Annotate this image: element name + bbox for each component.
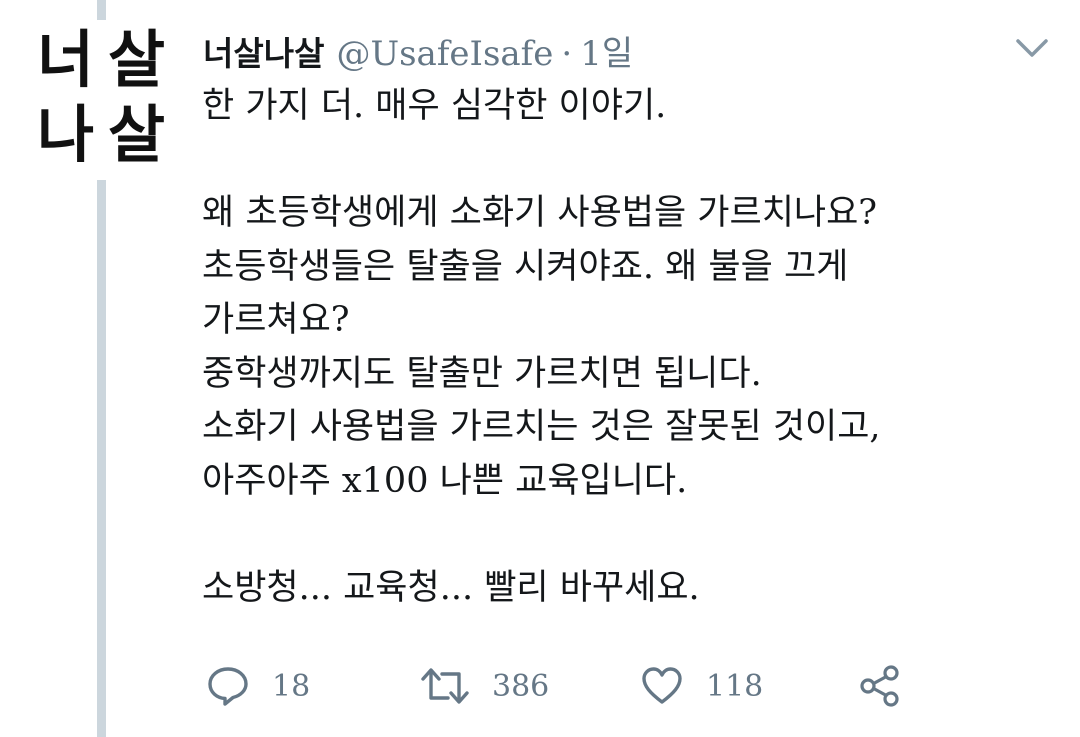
share-button[interactable] xyxy=(858,658,904,714)
avatar-char: 너 xyxy=(36,22,95,96)
reply-icon xyxy=(206,664,250,708)
retweet-count: 386 xyxy=(492,668,550,704)
thread-line-top xyxy=(97,0,106,20)
tweet-text: 한 가지 더. 매우 심각한 이야기. 왜 초등학생에게 소화기 사용법을 가르… xyxy=(202,86,881,608)
separator-dot: · xyxy=(561,34,573,74)
chevron-down-icon[interactable] xyxy=(1014,36,1050,60)
like-button[interactable]: 118 xyxy=(640,658,763,714)
avatar-char: 나 xyxy=(36,97,95,171)
heart-icon xyxy=(640,664,684,708)
user-handle[interactable]: @UsafeIsafe xyxy=(336,34,553,74)
timestamp[interactable]: 1일 xyxy=(580,26,633,75)
avatar[interactable]: 너 살 나 살 xyxy=(30,22,172,172)
retweet-button[interactable]: 386 xyxy=(420,658,549,714)
tweet-header: 너살나살 @UsafeIsafe · 1일 xyxy=(203,26,633,74)
retweet-icon xyxy=(420,664,470,708)
avatar-char: 살 xyxy=(107,22,166,96)
avatar-char: 살 xyxy=(107,97,166,171)
reply-button[interactable]: 18 xyxy=(206,658,310,714)
share-icon xyxy=(858,663,904,709)
thread-line xyxy=(97,180,106,737)
display-name[interactable]: 너살나살 xyxy=(203,27,324,75)
reply-count: 18 xyxy=(272,668,311,704)
like-count: 118 xyxy=(706,668,764,704)
action-bar: 18 386 118 xyxy=(0,658,1080,714)
